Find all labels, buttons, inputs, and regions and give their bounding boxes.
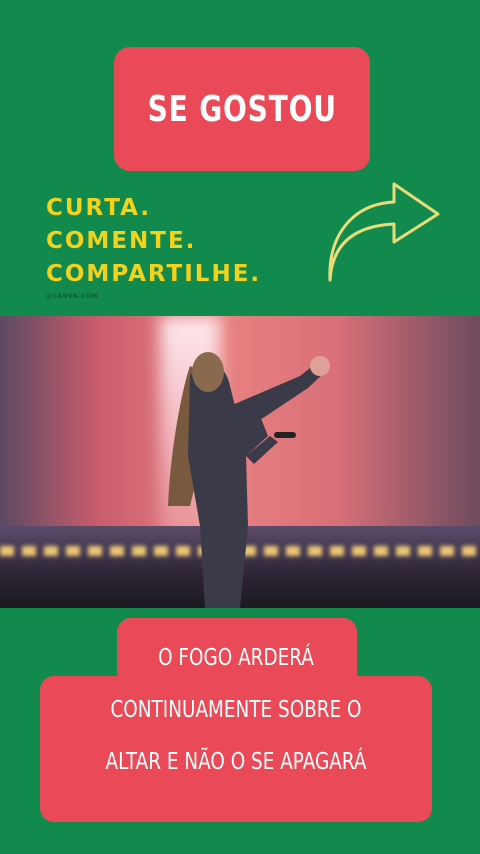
cta-like: CURTA. [46, 195, 152, 221]
caption: O FOGO ARDERÁ CONTINUAMENTE SOBRE O ALTA… [40, 632, 432, 788]
caption-line-2: CONTINUAMENTE SOBRE O [110, 697, 362, 723]
cta-credit: @CANVA.COM [46, 293, 98, 300]
cta-share: COMPARTILHE. [46, 261, 262, 287]
caption-line-3: ALTAR E NÃO O SE APAGARÁ [105, 749, 367, 775]
performer-image [168, 352, 330, 608]
video-frame[interactable] [0, 316, 480, 608]
share-arrow-icon[interactable] [322, 176, 444, 288]
cta-comment: COMENTE. [46, 228, 197, 254]
call-to-action: CURTA. COMENTE. COMPARTILHE. @CANVA.COM [46, 192, 261, 300]
caption-line-1: O FOGO ARDERÁ [158, 645, 314, 671]
top-banner: SE GOSTOU [114, 47, 370, 171]
banner-title: SE GOSTOU [147, 88, 337, 130]
